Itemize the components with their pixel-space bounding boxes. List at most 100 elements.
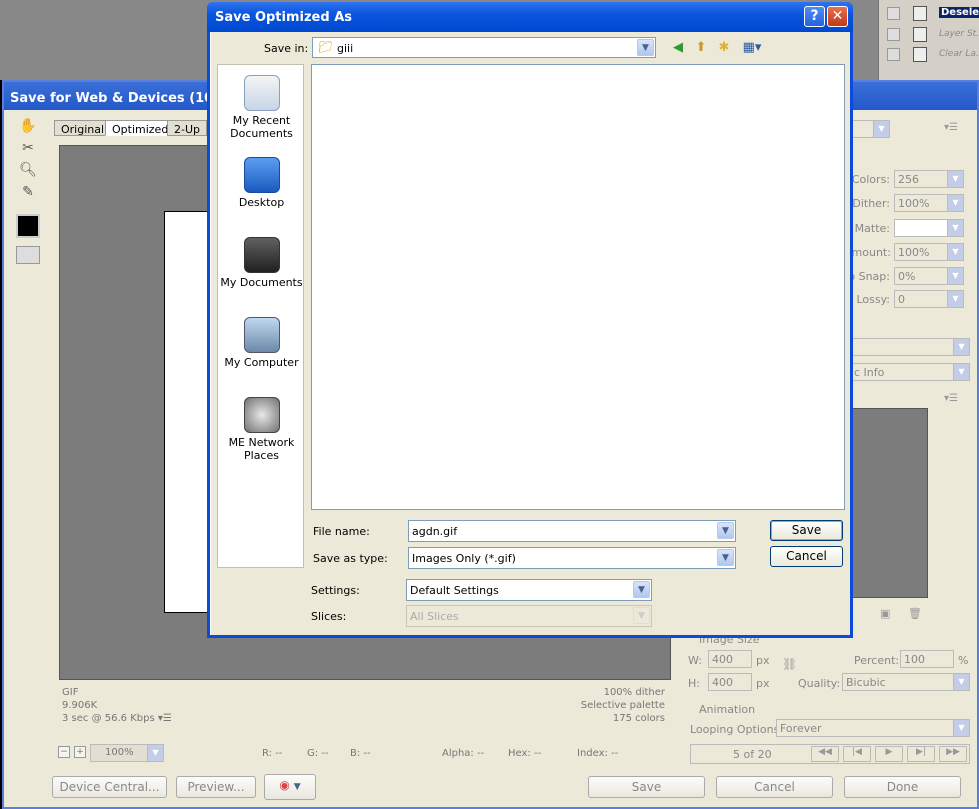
save-as-type-select[interactable]: Images Only (*.gif) ▼ bbox=[408, 547, 736, 569]
animation-heading: Animation bbox=[699, 703, 756, 716]
eyedropper-tool-icon[interactable]: ✎ bbox=[18, 184, 38, 204]
matte-field[interactable]: ▼ bbox=[894, 219, 964, 237]
place-my-recent-documents[interactable]: My Recent Documents bbox=[218, 75, 305, 140]
save-button[interactable]: Save bbox=[588, 776, 705, 798]
browser-select[interactable]: ◉ ▼ bbox=[264, 774, 316, 800]
dialog-save-button[interactable]: Save bbox=[770, 520, 843, 541]
cancel-button[interactable]: Cancel bbox=[716, 776, 833, 798]
back-icon[interactable]: ◀ bbox=[670, 40, 686, 56]
dialog-cancel-button[interactable]: Cancel bbox=[770, 546, 843, 567]
slices-select[interactable]: All Slices ▼ bbox=[406, 605, 652, 627]
quality-select[interactable]: Bicubic ▼ bbox=[842, 673, 970, 691]
eyedropper-color-swatch[interactable] bbox=[16, 214, 40, 238]
help-icon[interactable]: ? bbox=[804, 6, 825, 27]
palette-info: 100% dither Selective palette 175 colors bbox=[559, 686, 665, 725]
action-label: Deselect bbox=[939, 7, 979, 18]
chevron-down-icon: ▼ bbox=[147, 745, 163, 761]
new-folder-icon[interactable]: ✱ bbox=[716, 40, 732, 56]
action-label: Clear La... bbox=[939, 49, 979, 59]
save-as-type-label: Save as type: bbox=[313, 552, 388, 565]
new-color-icon[interactable]: ▣ bbox=[880, 607, 890, 620]
save-in-label: Save in: bbox=[264, 42, 309, 55]
toolbox: ✋ ✂ 🔍︎ ✎ bbox=[14, 118, 44, 278]
first-frame-icon[interactable]: ◀◀ bbox=[811, 746, 839, 762]
last-frame-icon[interactable]: ▶▶ bbox=[939, 746, 967, 762]
chevron-down-icon: ▼ bbox=[717, 549, 734, 566]
folder-icon: 📁︎ bbox=[318, 40, 334, 54]
lossy-field[interactable]: 0 ▼ bbox=[894, 290, 964, 308]
animation-controls: 5 of 20 ◀◀ |◀ ▶ ▶| ▶▶ bbox=[690, 744, 970, 764]
chevron-down-icon: ▼ bbox=[953, 339, 969, 355]
web-snap-field[interactable]: 0% ▼ bbox=[894, 267, 964, 285]
tab-original[interactable]: Original bbox=[54, 120, 112, 136]
looping-select[interactable]: Forever ▼ bbox=[776, 719, 970, 737]
trash-icon[interactable]: 🗑︎ bbox=[908, 607, 922, 620]
alpha-readout: Alpha: -- bbox=[442, 748, 485, 759]
my-documents-icon bbox=[243, 237, 280, 273]
view-menu-icon[interactable]: ▦▾ bbox=[740, 40, 764, 56]
play-icon[interactable]: ▶ bbox=[875, 746, 903, 762]
action-row[interactable]: Deselect bbox=[883, 4, 979, 24]
color-table-select[interactable]: ▼ bbox=[850, 338, 970, 356]
optimize-menu-icon[interactable]: ▾☰ bbox=[944, 122, 958, 133]
preview-button[interactable]: Preview... bbox=[176, 776, 256, 798]
chevron-down-icon: ▼ bbox=[947, 268, 963, 284]
place-network-places[interactable]: ME Network Places bbox=[218, 397, 305, 462]
place-label: My Recent Documents bbox=[230, 114, 293, 140]
percent-label: Percent: bbox=[854, 654, 900, 667]
settings-select[interactable]: Default Settings ▼ bbox=[406, 579, 652, 601]
percent-sign: % bbox=[958, 654, 969, 667]
chevron-down-icon: ▼ bbox=[717, 522, 734, 539]
previous-frame-icon[interactable]: |◀ bbox=[843, 746, 871, 762]
palette-text: Selective palette bbox=[580, 700, 665, 711]
place-my-computer[interactable]: My Computer bbox=[218, 317, 305, 369]
save-in-select[interactable]: 📁︎ giii ▼ bbox=[312, 37, 656, 58]
width-field[interactable]: 400 bbox=[708, 650, 752, 668]
file-list[interactable] bbox=[311, 64, 845, 510]
dither-field[interactable]: 100% ▼ bbox=[894, 194, 964, 212]
colors-field[interactable]: 256 ▼ bbox=[894, 170, 964, 188]
next-frame-icon[interactable]: ▶| bbox=[907, 746, 935, 762]
place-my-documents[interactable]: My Documents bbox=[218, 237, 305, 289]
save-optimized-as-dialog: Save Optimized As ? ✕ Save in: 📁︎ giii ▼… bbox=[207, 2, 853, 638]
action-checkbox[interactable] bbox=[887, 48, 900, 61]
tab-optimized[interactable]: Optimized bbox=[105, 120, 176, 136]
amount-field[interactable]: 100% ▼ bbox=[894, 243, 964, 261]
close-icon[interactable]: ✕ bbox=[827, 6, 848, 27]
zoom-in-button[interactable]: + bbox=[74, 746, 86, 758]
zoom-tool-icon[interactable]: 🔍︎ bbox=[18, 162, 38, 182]
metadata-select[interactable]: c Info ▼ bbox=[850, 363, 970, 381]
toggle-slices-icon[interactable] bbox=[16, 246, 40, 264]
file-name-input[interactable]: agdn.gif ▼ bbox=[408, 520, 736, 542]
place-label: My Documents bbox=[220, 276, 303, 289]
up-one-level-icon[interactable]: ⬆ bbox=[693, 40, 709, 56]
zoom-level-select[interactable]: 100% ▼ bbox=[90, 744, 164, 762]
download-time-text[interactable]: 3 sec @ 56.6 Kbps ▾☰ bbox=[62, 712, 172, 725]
settings-label: Settings: bbox=[311, 584, 360, 597]
hand-tool-icon[interactable]: ✋ bbox=[18, 118, 38, 138]
hex-readout: Hex: -- bbox=[508, 748, 542, 759]
device-central-button[interactable]: Device Central... bbox=[52, 776, 167, 798]
preset-select[interactable]: ▼ bbox=[850, 120, 890, 138]
red-readout: R: -- bbox=[262, 748, 283, 759]
action-checkbox[interactable] bbox=[887, 7, 900, 20]
action-checkbox[interactable] bbox=[887, 28, 900, 41]
zoom-out-button[interactable]: − bbox=[58, 746, 70, 758]
constrain-proportions-icon[interactable]: ⛓ bbox=[782, 657, 797, 671]
place-label: Desktop bbox=[238, 196, 285, 209]
chevron-down-icon: ▼ bbox=[293, 782, 301, 792]
tab-2-up[interactable]: 2-Up bbox=[167, 120, 208, 136]
slice-select-tool-icon[interactable]: ✂ bbox=[18, 140, 38, 160]
action-row[interactable]: Clear La... bbox=[883, 45, 979, 65]
chevron-down-icon: ▼ bbox=[947, 220, 963, 236]
save-in-value: giii bbox=[337, 42, 354, 55]
my-computer-icon bbox=[243, 317, 280, 353]
action-row[interactable]: Layer St... bbox=[883, 25, 979, 45]
height-field[interactable]: 400 bbox=[708, 673, 752, 691]
percent-field[interactable]: 100 bbox=[900, 650, 954, 668]
color-table[interactable] bbox=[850, 408, 928, 598]
place-desktop[interactable]: Desktop bbox=[218, 157, 305, 209]
action-label: Layer St... bbox=[939, 29, 979, 39]
done-button[interactable]: Done bbox=[844, 776, 961, 798]
color-table-menu-icon[interactable]: ▾☰ bbox=[944, 393, 958, 404]
